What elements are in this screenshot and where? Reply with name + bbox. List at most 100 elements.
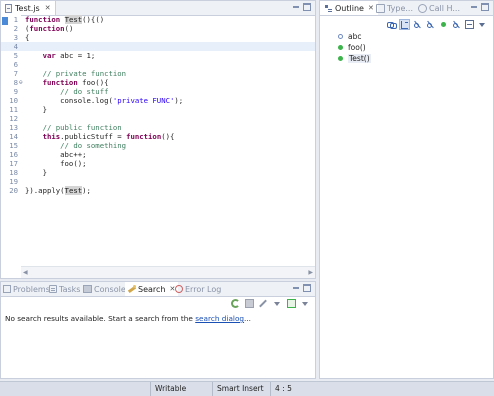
code-line[interactable]: 7 // private function: [1, 69, 315, 78]
scroll-left-icon[interactable]: ◀: [23, 269, 28, 276]
minimize-icon[interactable]: [470, 3, 478, 11]
view-menu-icon[interactable]: [478, 20, 487, 29]
close-icon[interactable]: ✕: [368, 4, 374, 12]
maximize-icon[interactable]: [303, 3, 311, 11]
tab-tasks[interactable]: Tasks: [49, 282, 80, 296]
refresh-icon[interactable]: [231, 299, 240, 308]
editor-tab-test-js[interactable]: Test.js ✕: [1, 1, 56, 15]
code-text: }: [25, 105, 47, 114]
line-number: 13: [9, 123, 18, 132]
line-number: 2: [13, 24, 18, 33]
search-dialog-link[interactable]: search dialog: [195, 314, 244, 323]
tab-outline[interactable]: Outline ✕: [320, 1, 378, 15]
minimize-icon[interactable]: [292, 284, 300, 292]
console-icon: [83, 285, 92, 293]
js-file-icon: [5, 3, 12, 13]
maximize-icon[interactable]: [303, 284, 311, 292]
line-number: 3: [13, 33, 18, 42]
status-bar: Writable Smart Insert 4 : 5: [0, 381, 494, 396]
code-line[interactable]: 10 console.log('private FUNC');: [1, 96, 315, 105]
code-line[interactable]: 16 abc++;: [1, 150, 315, 159]
tab-error-log[interactable]: Error Log: [175, 282, 221, 296]
code-line[interactable]: 5 var abc = 1;: [1, 51, 315, 60]
maximize-icon[interactable]: [481, 3, 489, 11]
code-line[interactable]: 9 // do stuff: [1, 87, 315, 96]
scroll-right-icon[interactable]: ▶: [308, 269, 313, 276]
outline-item[interactable]: Test(): [338, 53, 371, 64]
code-line[interactable]: 8 ⊖ function foo(){: [1, 78, 315, 87]
code-line[interactable]: 17 foo();: [1, 159, 315, 168]
code-line[interactable]: 18 }: [1, 168, 315, 177]
code-line[interactable]: 19: [1, 177, 315, 186]
call-hierarchy-icon: [418, 3, 427, 13]
code-text: abc++;: [25, 150, 87, 159]
outline-tree: abc foo() Test(): [338, 31, 371, 64]
tab-console-label: Console: [94, 284, 126, 294]
pin-icon[interactable]: [259, 299, 268, 308]
line-number: 16: [9, 150, 18, 159]
editor-pane: Test.js ✕ 1 function Test(){() 2 (function(…: [0, 0, 316, 279]
tab-type-label: Type...: [387, 3, 414, 13]
code-text: console.log('private FUNC');: [25, 96, 184, 105]
type-hierarchy-icon: [376, 3, 385, 13]
code-line[interactable]: 20 }).apply(Test);: [1, 186, 315, 195]
line-number: 14: [9, 132, 18, 141]
code-line[interactable]: 11 }: [1, 105, 315, 114]
code-text: // public function: [42, 123, 122, 132]
view-menu-icon[interactable]: [301, 299, 310, 308]
tab-type-hierarchy[interactable]: Type...: [376, 1, 413, 15]
code-line[interactable]: 6: [1, 60, 315, 69]
search-icon: [128, 285, 136, 293]
close-icon[interactable]: ✕: [45, 4, 51, 12]
code-line[interactable]: 15 // do something: [1, 141, 315, 150]
line-number: 10: [9, 96, 18, 105]
fold-toggle-icon[interactable]: ⊖: [19, 78, 23, 87]
code-area[interactable]: 1 function Test(){() 2 (function() 3{4 5 var …: [1, 15, 315, 195]
horizontal-scrollbar[interactable]: ◀ ▶: [21, 266, 315, 278]
line-number: 17: [9, 159, 18, 168]
search-message-suffix: ...: [244, 314, 252, 323]
open-search-icon[interactable]: [287, 299, 296, 308]
code-line[interactable]: 3{: [1, 33, 315, 42]
outline-item-label: abc: [348, 32, 362, 41]
hide-non-public-icon[interactable]: [439, 20, 448, 29]
minimize-icon[interactable]: [292, 3, 300, 11]
line-number: 9: [13, 87, 18, 96]
collapse-all-icon[interactable]: [465, 19, 474, 29]
tab-search[interactable]: Search ✕: [125, 282, 179, 296]
function-icon: [338, 45, 343, 50]
line-number: 20: [9, 186, 18, 195]
status-writable: Writable: [150, 382, 208, 396]
code-text: }: [25, 168, 47, 177]
code-line[interactable]: 4: [1, 42, 315, 51]
stop-icon[interactable]: [245, 299, 254, 308]
code-line[interactable]: 13 // public function: [1, 123, 315, 132]
code-line[interactable]: 14 this.publicStuff = function(){: [1, 132, 315, 141]
outline-item[interactable]: abc: [338, 31, 371, 42]
line-number: 15: [9, 141, 18, 150]
line-number: 18: [9, 168, 18, 177]
outline-pane-controls: [470, 3, 489, 11]
code-text: this.publicStuff = function(){: [42, 132, 175, 141]
error-log-icon: [175, 285, 183, 293]
sort-icon[interactable]: [399, 18, 410, 30]
hide-local-types-icon[interactable]: [452, 20, 461, 29]
bottom-pane: Problems Tasks Console Search ✕ Error Lo…: [0, 281, 316, 379]
code-text: function Test(){(): [25, 15, 105, 24]
code-line[interactable]: 12: [1, 114, 315, 123]
hide-static-icon[interactable]: [426, 20, 435, 29]
outline-pane: Outline ✕ Type... Call H... abc foo() Te…: [319, 0, 494, 379]
status-insert-mode: Smart Insert: [212, 382, 268, 396]
line-number: 5: [13, 51, 18, 60]
tab-console[interactable]: Console: [83, 282, 126, 296]
code-line[interactable]: 1 function Test(){(): [1, 15, 315, 24]
tab-problems[interactable]: Problems: [3, 282, 50, 296]
line-number: 11: [9, 105, 18, 114]
link-with-editor-icon[interactable]: [387, 20, 397, 29]
history-dropdown-icon[interactable]: [273, 299, 282, 308]
tab-call-hierarchy[interactable]: Call H...: [418, 1, 460, 15]
outline-item[interactable]: foo(): [338, 42, 371, 53]
code-line[interactable]: 2 (function(): [1, 24, 315, 33]
hide-fields-icon[interactable]: [413, 20, 422, 29]
code-text: }).apply(Test);: [25, 186, 91, 195]
